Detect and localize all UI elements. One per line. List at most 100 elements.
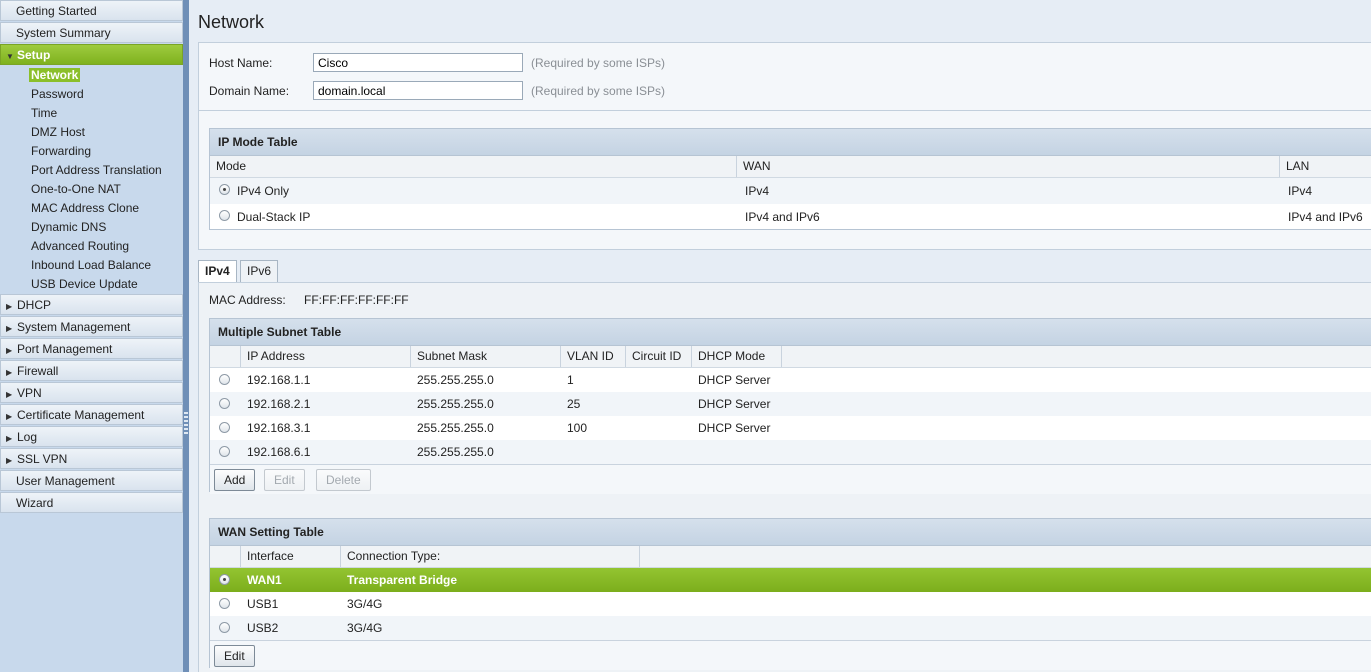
nav-sub-advanced-routing[interactable]: Advanced Routing — [0, 237, 183, 256]
domain-name-hint: (Required by some ISPs) — [531, 84, 666, 98]
dual-stack-radio[interactable] — [219, 210, 230, 221]
host-name-row: Host Name: (Required by some ISPs) — [209, 53, 1371, 73]
nav-sub-one-to-one-nat[interactable]: One-to-One NAT — [0, 180, 183, 199]
interface-cell: USB1 — [247, 597, 279, 611]
connection-type-cell: 3G/4G — [347, 621, 383, 635]
subnet-table-header: IP Address Subnet Mask VLAN ID Circuit I… — [210, 346, 1371, 368]
nav-setup[interactable]: ▼ Setup — [0, 44, 183, 65]
nav-sub-forwarding[interactable]: Forwarding — [0, 142, 183, 161]
row-select-radio[interactable] — [219, 622, 230, 633]
nav-setup-label: Setup — [17, 48, 51, 62]
ip-cell: 192.168.3.1 — [247, 421, 311, 435]
nav-sub-mac-address-clone[interactable]: MAC Address Clone — [0, 199, 183, 218]
domain-name-input[interactable] — [313, 81, 523, 100]
nav-sub-network[interactable]: Network — [0, 66, 183, 85]
dhcp-cell: DHCP Server — [698, 421, 771, 435]
mode-cell: IPv4 Only — [237, 184, 290, 198]
triangle-right-icon: ▶ — [6, 346, 13, 355]
triangle-right-icon: ▶ — [6, 412, 13, 421]
col-ip-address: IP Address — [241, 346, 411, 367]
triangle-right-icon: ▶ — [6, 368, 13, 377]
divider — [199, 110, 1371, 111]
table-row[interactable]: 192.168.1.1 255.255.255.0 1 DHCP Server — [210, 368, 1371, 392]
mask-cell: 255.255.255.0 — [417, 445, 494, 459]
ip-mode-table-title: IP Mode Table — [210, 129, 1371, 156]
nav-sub-dynamic-dns[interactable]: Dynamic DNS — [0, 218, 183, 237]
table-row[interactable]: WAN1 Transparent Bridge — [210, 568, 1371, 592]
wan-table-header: Interface Connection Type: — [210, 546, 1371, 568]
table-row[interactable]: USB1 3G/4G — [210, 592, 1371, 616]
mask-cell: 255.255.255.0 — [417, 421, 494, 435]
nav-firewall[interactable]: ▶ Firewall — [0, 360, 183, 381]
grip-icon[interactable] — [184, 412, 188, 436]
nav-vpn[interactable]: ▶ VPN — [0, 382, 183, 403]
nav-certificate-management[interactable]: ▶ Certificate Management — [0, 404, 183, 425]
col-interface: Interface — [241, 546, 341, 567]
page-title: Network — [198, 12, 265, 32]
row-select-radio[interactable] — [219, 422, 230, 433]
nav-wizard[interactable]: Wizard — [0, 492, 183, 513]
edit-button[interactable]: Edit — [264, 469, 305, 491]
dhcp-cell: DHCP Server — [698, 373, 771, 387]
tab-ipv6[interactable]: IPv6 — [240, 260, 279, 282]
row-select-radio[interactable] — [219, 446, 230, 457]
row-select-radio[interactable] — [219, 374, 230, 385]
nav-sub-port-address-translation[interactable]: Port Address Translation — [0, 161, 183, 180]
nav-sub-time[interactable]: Time — [0, 104, 183, 123]
wan-setting-table: WAN Setting Table Interface Connection T… — [209, 518, 1371, 670]
connection-type-cell: Transparent Bridge — [347, 573, 458, 587]
table-row[interactable]: 192.168.2.1 255.255.255.0 25 DHCP Server — [210, 392, 1371, 416]
triangle-right-icon: ▶ — [6, 434, 13, 443]
col-mode: Mode — [210, 156, 737, 177]
dhcp-cell: DHCP Server — [698, 397, 771, 411]
ip-mode-table-header: Mode WAN LAN — [210, 156, 1371, 178]
col-select — [210, 346, 241, 367]
lan-cell: IPv4 — [1288, 184, 1313, 198]
interface-cell: WAN1 — [247, 573, 282, 587]
col-subnet-mask: Subnet Mask — [411, 346, 561, 367]
table-row[interactable]: 192.168.3.1 255.255.255.0 100 DHCP Serve… — [210, 416, 1371, 440]
table-row[interactable]: IPv4 Only IPv4 IPv4 — [210, 178, 1371, 204]
vlan-cell: 25 — [567, 397, 581, 411]
nav-log[interactable]: ▶ Log — [0, 426, 183, 447]
ip-cell: 192.168.2.1 — [247, 397, 311, 411]
add-button[interactable]: Add — [214, 469, 256, 491]
nav-sub-usb-device-update[interactable]: USB Device Update — [0, 275, 183, 294]
table-row[interactable]: Dual-Stack IP IPv4 and IPv6 IPv4 and IPv… — [210, 204, 1371, 230]
nav-user-management[interactable]: User Management — [0, 470, 183, 491]
table-row[interactable]: USB2 3G/4G — [210, 616, 1371, 640]
mask-cell: 255.255.255.0 — [417, 373, 494, 387]
nav-system-management[interactable]: ▶ System Management — [0, 316, 183, 337]
col-connection-type: Connection Type: — [341, 546, 640, 567]
nav-sub-dmz-host[interactable]: DMZ Host — [0, 123, 183, 142]
nav-getting-started[interactable]: Getting Started — [0, 0, 183, 21]
nav-sub-password[interactable]: Password — [0, 85, 183, 104]
nav-dhcp[interactable]: ▶ DHCP — [0, 294, 183, 315]
mac-address-value: FF:FF:FF:FF:FF:FF — [304, 293, 409, 307]
mac-address-label: MAC Address: — [209, 293, 286, 307]
col-lan: LAN — [1286, 159, 1310, 173]
triangle-right-icon: ▶ — [6, 324, 13, 333]
vlan-cell: 1 — [567, 373, 574, 387]
row-select-radio[interactable] — [219, 574, 230, 585]
ipv4-panel: MAC Address: FF:FF:FF:FF:FF:FF Multiple … — [198, 282, 1371, 672]
domain-name-label: Domain Name: — [209, 84, 290, 98]
nav-system-summary[interactable]: System Summary — [0, 22, 183, 43]
mask-cell: 255.255.255.0 — [417, 397, 494, 411]
host-name-input[interactable] — [313, 53, 523, 72]
ip-mode-table: IP Mode Table Mode WAN LAN IPv4 Only IPv… — [209, 128, 1371, 230]
ipv4-only-radio[interactable] — [219, 184, 230, 195]
tab-ipv4[interactable]: IPv4 — [198, 260, 237, 283]
delete-button[interactable]: Delete — [316, 469, 371, 491]
wan-edit-button[interactable]: Edit — [214, 645, 255, 667]
row-select-radio[interactable] — [219, 398, 230, 409]
nav-sub-inbound-load-balance[interactable]: Inbound Load Balance — [0, 256, 183, 275]
row-select-radio[interactable] — [219, 598, 230, 609]
host-name-hint: (Required by some ISPs) — [531, 56, 666, 70]
nav-port-management[interactable]: ▶ Port Management — [0, 338, 183, 359]
col-circuit-id: Circuit ID — [626, 346, 692, 367]
table-row[interactable]: 192.168.6.1 255.255.255.0 — [210, 440, 1371, 464]
nav-ssl-vpn[interactable]: ▶ SSL VPN — [0, 448, 183, 469]
domain-name-row: Domain Name: (Required by some ISPs) — [209, 81, 1371, 101]
col-dhcp-mode: DHCP Mode — [692, 346, 782, 367]
